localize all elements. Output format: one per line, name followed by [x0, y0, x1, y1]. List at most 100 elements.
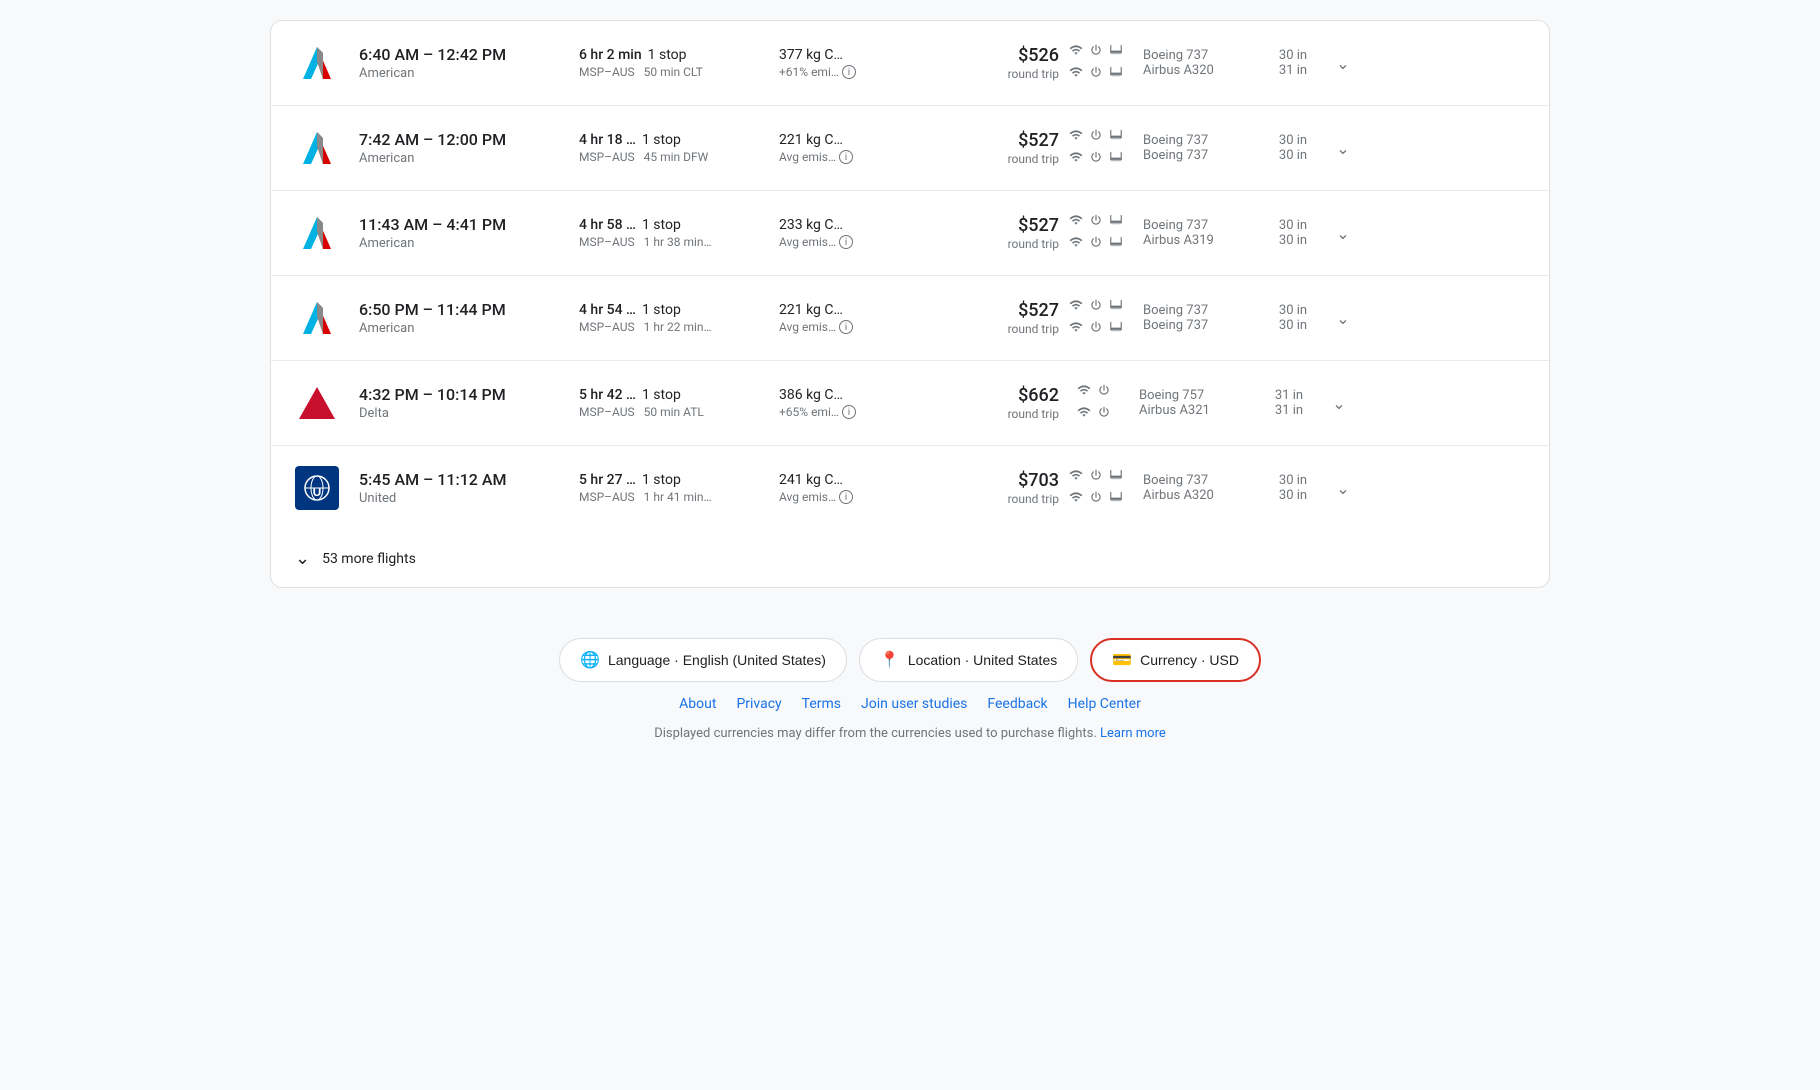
duration-text: 5 hr 42 … — [579, 387, 636, 403]
price-type: round trip — [939, 67, 1059, 81]
amenity-row-bottom — [1069, 235, 1123, 253]
airline-logo — [291, 207, 343, 259]
expand-column: ⌄ — [1319, 394, 1359, 413]
currency-label: Currency · USD — [1140, 652, 1239, 668]
location-button[interactable]: 📍 Location · United States — [859, 638, 1078, 682]
flight-duration-column: 4 hr 18 … 1 stop MSP–AUS 45 min DFW — [579, 132, 779, 164]
amenities-column — [1059, 468, 1133, 508]
flight-time: 4:32 PM – 10:14 PM — [359, 385, 579, 404]
route-info: MSP–AUS 45 min DFW — [579, 150, 779, 164]
expand-chevron-icon[interactable]: ⌄ — [1336, 54, 1349, 73]
seat-column: 31 in 31 in — [1259, 388, 1319, 418]
screen-icon-2 — [1109, 490, 1123, 508]
seat-text-2: 30 in — [1263, 318, 1323, 333]
aircraft-column: Boeing 737 Airbus A320 — [1133, 473, 1263, 503]
flight-time: 11:43 AM – 4:41 PM — [359, 215, 579, 234]
emissions-column: 233 kg C… Avg emis… i — [779, 217, 939, 249]
amenity-row-bottom — [1069, 320, 1123, 338]
emissions-text: 221 kg C… — [779, 302, 939, 318]
price-column: $703 round trip — [939, 470, 1059, 506]
airline-name: American — [359, 321, 579, 336]
info-icon[interactable]: i — [842, 65, 856, 79]
aircraft-column: Boeing 757 Airbus A321 — [1129, 388, 1259, 418]
flight-row[interactable]: 11:43 AM – 4:41 PM American 4 hr 58 … 1 … — [271, 191, 1549, 276]
stops-text: 1 stop — [648, 47, 687, 63]
seat-text-2: 30 in — [1263, 233, 1323, 248]
aircraft-text-1: Boeing 737 — [1143, 473, 1253, 488]
learn-more-link[interactable]: Learn more — [1100, 726, 1166, 741]
seat-text-1: 30 in — [1263, 218, 1323, 233]
screen-icon — [1109, 213, 1123, 231]
route-info: MSP–AUS 1 hr 22 min… — [579, 320, 779, 334]
expand-column: ⌄ — [1323, 139, 1363, 158]
help-center-link[interactable]: Help Center — [1068, 696, 1141, 712]
aircraft-text-2: Airbus A320 — [1143, 63, 1253, 78]
info-icon[interactable]: i — [839, 235, 853, 249]
aircraft-column: Boeing 737 Airbus A320 — [1133, 48, 1263, 78]
amenity-row-top — [1069, 298, 1123, 316]
amenities-column — [1059, 383, 1129, 423]
emissions-text: 241 kg C… — [779, 472, 939, 488]
info-icon[interactable]: i — [839, 320, 853, 334]
power-icon — [1097, 383, 1111, 401]
footer-links: About Privacy Terms Join user studies Fe… — [679, 696, 1141, 712]
price-column: $662 round trip — [939, 385, 1059, 421]
screen-icon-2 — [1109, 235, 1123, 253]
seat-text-1: 30 in — [1263, 133, 1323, 148]
price-text: $527 — [939, 300, 1059, 321]
emissions-column: 377 kg C… +61% emi… i — [779, 47, 939, 79]
expand-chevron-icon[interactable]: ⌄ — [1336, 139, 1349, 158]
info-icon[interactable]: i — [842, 405, 856, 419]
price-text: $527 — [939, 130, 1059, 151]
power-icon — [1089, 298, 1103, 316]
more-flights-row[interactable]: ⌄ 53 more flights — [271, 530, 1549, 587]
flight-row[interactable]: U 5:45 AM – 11:12 AM United 5 hr 27 … 1 … — [271, 446, 1549, 530]
power-icon — [1089, 213, 1103, 231]
flight-time: 6:50 PM – 11:44 PM — [359, 300, 579, 319]
join-studies-link[interactable]: Join user studies — [861, 696, 967, 712]
info-icon[interactable]: i — [839, 490, 853, 504]
expand-chevron-icon[interactable]: ⌄ — [1332, 394, 1345, 413]
privacy-link[interactable]: Privacy — [736, 696, 781, 712]
emissions-detail: Avg emis… i — [779, 150, 939, 164]
flight-row[interactable]: 6:40 AM – 12:42 PM American 6 hr 2 min 1… — [271, 21, 1549, 106]
airline-logo — [291, 122, 343, 174]
expand-column: ⌄ — [1323, 479, 1363, 498]
price-type: round trip — [939, 237, 1059, 251]
terms-link[interactable]: Terms — [802, 696, 841, 712]
currency-button[interactable]: 💳 Currency · USD — [1090, 638, 1261, 682]
expand-chevron-icon[interactable]: ⌄ — [1336, 479, 1349, 498]
footer-buttons: 🌐 Language · English (United States) 📍 L… — [559, 638, 1261, 682]
wifi-icon — [1069, 213, 1083, 231]
duration-text: 5 hr 27 … — [579, 472, 636, 488]
flight-row[interactable]: 6:50 PM – 11:44 PM American 4 hr 54 … 1 … — [271, 276, 1549, 361]
seat-text-1: 30 in — [1263, 48, 1323, 63]
about-link[interactable]: About — [679, 696, 716, 712]
flight-row[interactable]: 4:32 PM – 10:14 PM Delta 5 hr 42 … 1 sto… — [271, 361, 1549, 446]
wifi-icon-2 — [1069, 65, 1083, 83]
expand-chevron-icon[interactable]: ⌄ — [1336, 309, 1349, 328]
emissions-detail: Avg emis… i — [779, 320, 939, 334]
expand-chevron-icon[interactable]: ⌄ — [1336, 224, 1349, 243]
footer-note: Displayed currencies may differ from the… — [654, 726, 1166, 741]
wifi-icon — [1077, 383, 1091, 401]
seat-column: 30 in 30 in — [1263, 303, 1323, 333]
footer: 🌐 Language · English (United States) 📍 L… — [270, 618, 1550, 751]
globe-icon: 🌐 — [580, 650, 600, 670]
airline-name: American — [359, 66, 579, 81]
flight-row[interactable]: 7:42 AM – 12:00 PM American 4 hr 18 … 1 … — [271, 106, 1549, 191]
feedback-link[interactable]: Feedback — [987, 696, 1047, 712]
flight-time-column: 4:32 PM – 10:14 PM Delta — [359, 385, 579, 421]
aircraft-text-1: Boeing 737 — [1143, 48, 1253, 63]
screen-icon-2 — [1109, 320, 1123, 338]
aircraft-text-1: Boeing 737 — [1143, 218, 1253, 233]
seat-column: 30 in 30 in — [1263, 133, 1323, 163]
flight-time-column: 6:40 AM – 12:42 PM American — [359, 45, 579, 81]
location-pin-icon: 📍 — [880, 650, 900, 670]
aircraft-text-2: Boeing 737 — [1143, 148, 1253, 163]
language-button[interactable]: 🌐 Language · English (United States) — [559, 638, 847, 682]
power-icon — [1089, 468, 1103, 486]
info-icon[interactable]: i — [839, 150, 853, 164]
duration-text: 4 hr 18 … — [579, 132, 636, 148]
route-info: MSP–AUS 50 min CLT — [579, 65, 779, 79]
